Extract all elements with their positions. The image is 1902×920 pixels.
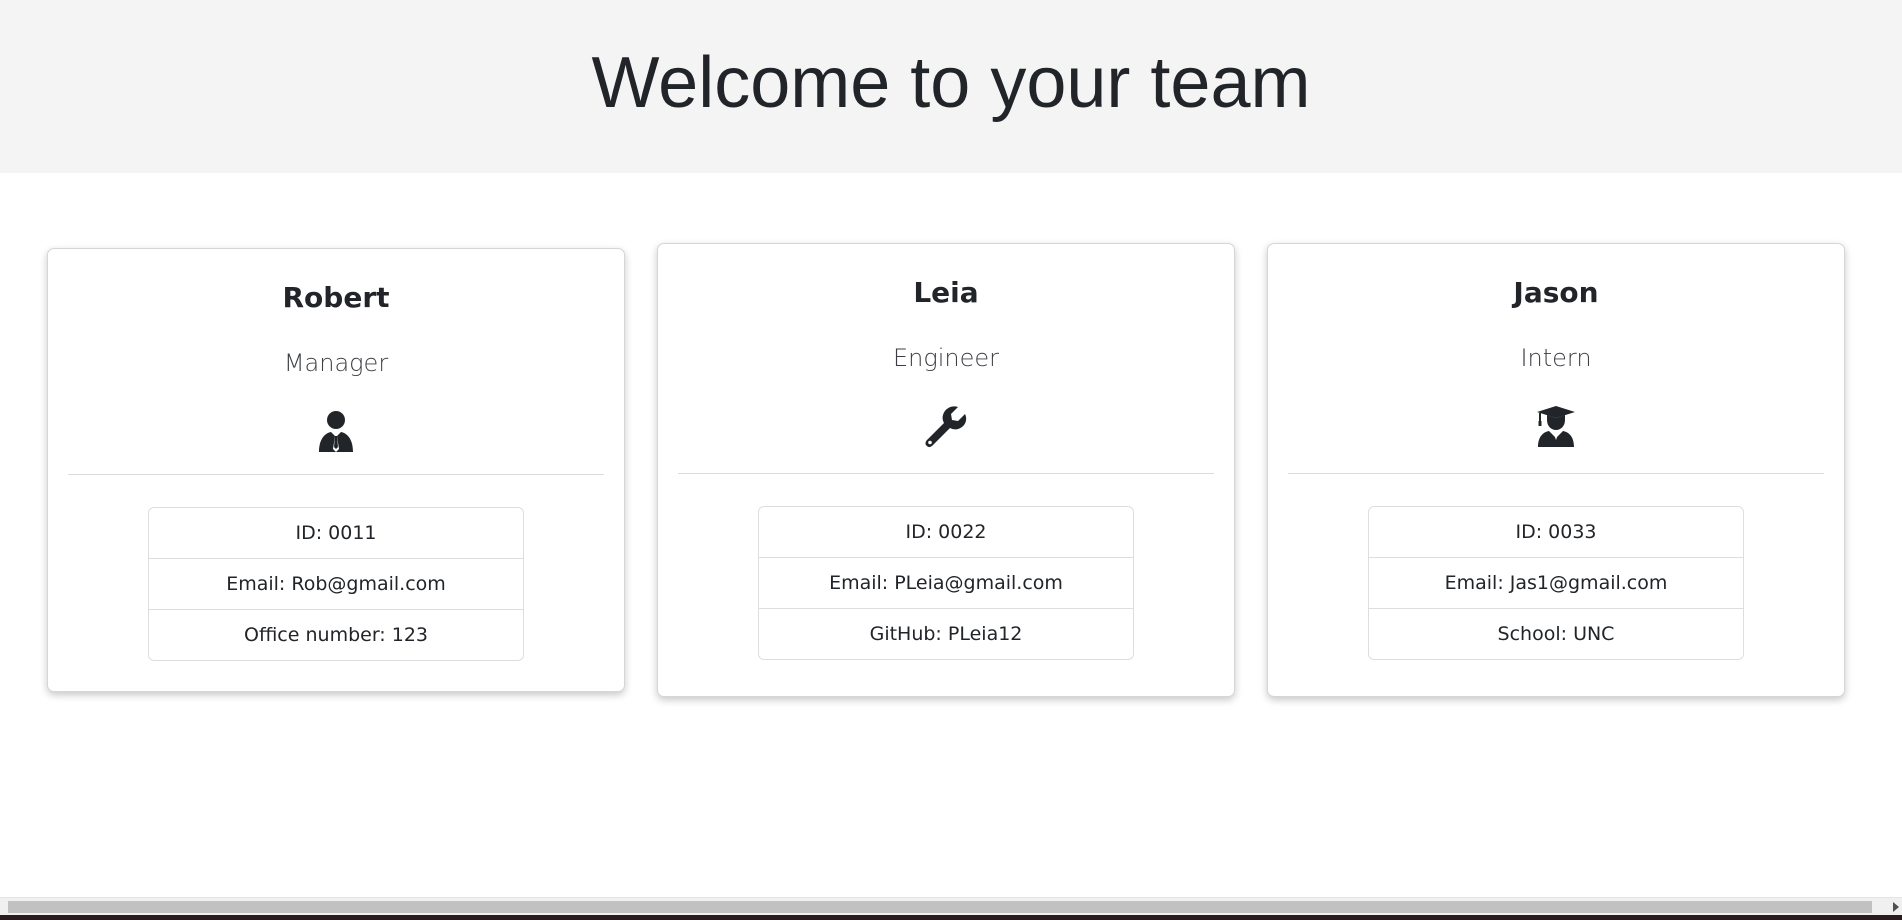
member-role: Intern bbox=[1520, 344, 1592, 372]
member-id: ID: 0022 bbox=[905, 521, 987, 543]
email-link[interactable]: Jas1@gmail.com bbox=[1510, 572, 1668, 594]
member-role: Manager bbox=[283, 349, 389, 377]
wrench-icon bbox=[924, 404, 968, 448]
member-info-list: ID: 0011 Email: Rob@gmail.com Office num… bbox=[148, 507, 524, 661]
scrollbar-thumb[interactable] bbox=[8, 901, 1872, 913]
page-header: Welcome to your team bbox=[0, 0, 1902, 173]
card-divider bbox=[68, 474, 604, 475]
email-label: Email: bbox=[226, 573, 292, 595]
member-email: Email: Rob@gmail.com bbox=[149, 558, 523, 609]
member-name: Jason bbox=[1513, 276, 1599, 309]
page-title: Welcome to your team bbox=[591, 42, 1311, 123]
member-info-list: ID: 0022 Email: PLeia@gmail.com GitHub: … bbox=[758, 506, 1134, 660]
email-label: Email: bbox=[829, 572, 895, 594]
email-label: Email: bbox=[1444, 572, 1510, 594]
member-office-number: Office number: 123 bbox=[149, 609, 523, 660]
horizontal-scrollbar[interactable] bbox=[0, 897, 1902, 915]
team-member-card-engineer: Leia Engineer ID: 0022 Email: PLeia@gmai… bbox=[657, 243, 1235, 697]
github-label: GitHub: bbox=[869, 623, 948, 645]
member-info-list: ID: 0033 Email: Jas1@gmail.com School: U… bbox=[1368, 506, 1744, 660]
github-link[interactable]: PLeia12 bbox=[948, 623, 1023, 645]
scroll-right-arrow-icon[interactable] bbox=[1893, 902, 1899, 912]
team-member-card-intern: Jason Intern ID: 0033 Email: Jas1@gmail.… bbox=[1267, 243, 1845, 697]
member-school: School: UNC bbox=[1369, 608, 1743, 659]
member-id: ID: 0011 bbox=[295, 522, 377, 544]
member-email: Email: PLeia@gmail.com bbox=[759, 557, 1133, 608]
member-github: GitHub: PLeia12 bbox=[759, 608, 1133, 659]
member-email: Email: Jas1@gmail.com bbox=[1369, 557, 1743, 608]
member-id: ID: 0033 bbox=[1515, 521, 1597, 543]
card-divider bbox=[1288, 473, 1824, 474]
user-tie-icon bbox=[314, 409, 358, 453]
member-role: Engineer bbox=[892, 344, 1000, 372]
email-link[interactable]: PLeia@gmail.com bbox=[894, 572, 1063, 594]
member-name: Robert bbox=[282, 281, 390, 314]
taskbar-edge bbox=[0, 915, 1902, 920]
email-link[interactable]: Rob@gmail.com bbox=[291, 573, 445, 595]
user-graduate-icon bbox=[1534, 404, 1578, 448]
team-member-card-manager: Robert Manager ID: 0011 Email: Rob@gmail… bbox=[47, 248, 625, 692]
member-name: Leia bbox=[913, 276, 979, 309]
card-divider bbox=[678, 473, 1214, 474]
